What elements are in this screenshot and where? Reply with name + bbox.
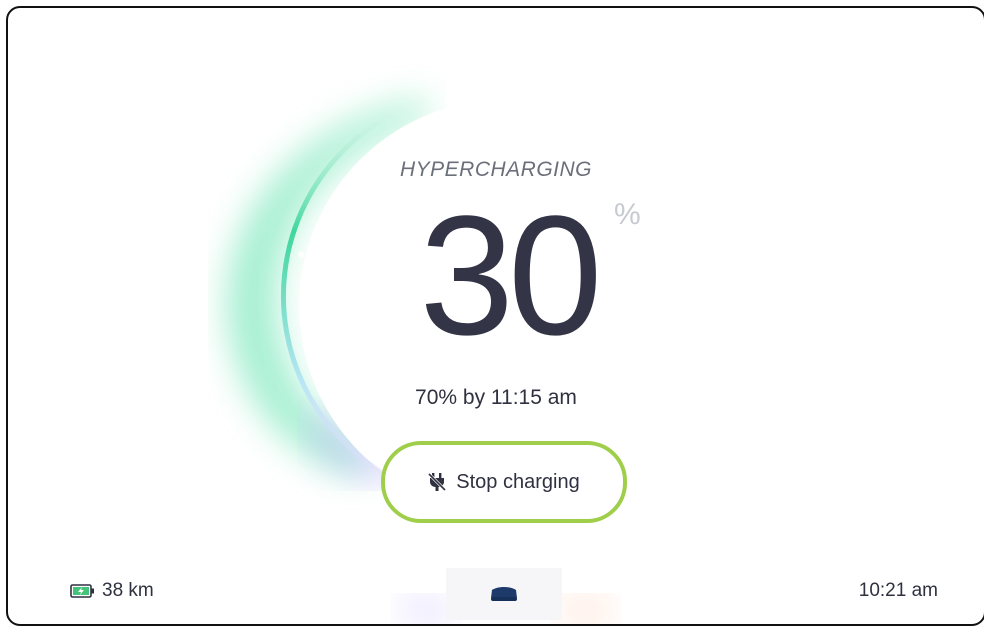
car-icon [488,584,520,604]
charge-eta-text: 70% by 11:15 am [415,386,577,409]
vehicle-tab[interactable] [446,568,562,620]
charging-mode-label: HYPERCHARGING [399,158,593,181]
stop-charging-label: Stop charging [456,470,580,493]
battery-charging-icon [70,583,96,599]
charge-level-unit: % [614,198,641,231]
charge-level-value: 30 [419,181,602,371]
unplug-icon [428,472,447,492]
range-value: 38 km [102,580,154,601]
range-indicator: 38 km [70,580,154,602]
stop-charging-button[interactable]: Stop charging [381,441,627,523]
charging-screen: HYPERCHARGING 30 % 70% by 11:15 am Stop … [6,6,984,626]
clock-time: 10:21 am [858,580,938,601]
